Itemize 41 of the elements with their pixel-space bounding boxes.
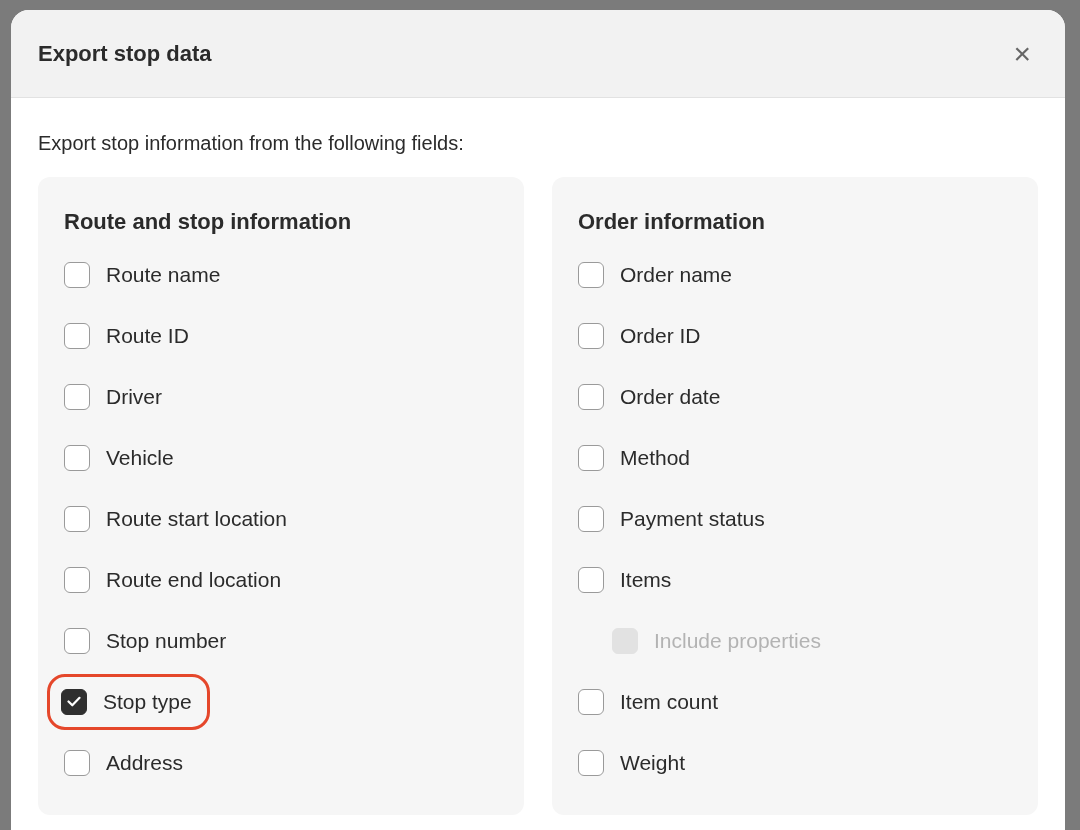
checkmark-icon	[67, 696, 81, 707]
field-label: Route name	[106, 262, 221, 287]
field-label: Route start location	[106, 506, 287, 531]
checkbox[interactable]	[64, 383, 90, 410]
field-label: Route end location	[106, 567, 282, 592]
field-label: Item count	[620, 689, 719, 714]
checkbox[interactable]	[578, 505, 604, 532]
checkbox[interactable]	[64, 627, 90, 654]
close-button[interactable]: ×	[1009, 38, 1035, 69]
checkbox[interactable]	[578, 444, 604, 471]
checkbox[interactable]	[64, 444, 90, 471]
field-label: Payment status	[620, 506, 765, 531]
field-label: Route ID	[106, 323, 189, 348]
checkbox[interactable]	[578, 383, 604, 410]
field-label: Stop number	[106, 628, 227, 653]
checkbox[interactable]	[578, 322, 604, 349]
checkbox[interactable]	[578, 261, 604, 288]
group-title: Order information	[578, 208, 766, 236]
field-label: Order name	[620, 262, 733, 287]
checkbox[interactable]	[64, 322, 90, 349]
field-label: Order date	[620, 384, 721, 409]
field-label: Driver	[106, 384, 162, 409]
checkbox[interactable]	[61, 688, 87, 715]
field-label: Weight	[620, 750, 685, 775]
field-label: Include properties	[654, 628, 821, 653]
checkbox[interactable]	[578, 688, 604, 715]
intro-text: Export stop information from the following fields:	[38, 131, 465, 156]
field-label: Stop type	[103, 689, 192, 714]
checkbox[interactable]	[64, 261, 90, 288]
field-label: Order ID	[620, 323, 701, 348]
checkbox[interactable]	[578, 749, 604, 776]
checkbox[interactable]	[64, 505, 90, 532]
group-title: Route and stop information	[64, 208, 353, 236]
field-label: Vehicle	[106, 445, 174, 470]
checkbox[interactable]	[64, 566, 90, 593]
field-label: Address	[106, 750, 184, 775]
checkbox[interactable]	[578, 566, 604, 593]
checkbox[interactable]	[64, 749, 90, 776]
field-label: Method	[620, 445, 691, 470]
dialog-title: Export stop data	[38, 40, 212, 67]
field-label: Items	[620, 567, 672, 592]
